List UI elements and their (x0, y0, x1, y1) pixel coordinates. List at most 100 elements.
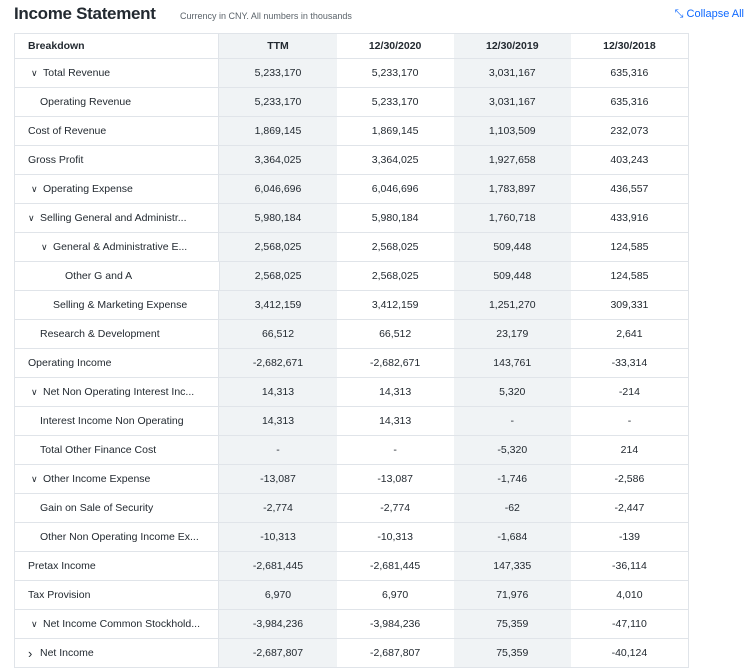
cell-value: 5,980,184 (371, 212, 419, 224)
cell-value: - (219, 436, 337, 464)
cell-value: 14,313 (379, 386, 412, 398)
row-label-text: Total Revenue (43, 67, 111, 79)
row-label: Interest Income Non Operating (15, 407, 220, 435)
chevron-down-icon[interactable]: ∨ (28, 213, 40, 224)
cell-value: -40,124 (611, 647, 648, 659)
table-header: Breakdown TTM 12/30/2020 12/30/2019 12/3… (15, 34, 688, 59)
header-breakdown: Breakdown (15, 34, 220, 58)
cell-value: 635,316 (610, 67, 649, 79)
table-row: Operating Income -2,682,671 -2,682,671 143,… (15, 349, 688, 378)
row-label: Cost of Revenue (15, 117, 220, 145)
row-label[interactable]: ∨ Other Income Expense (15, 465, 220, 493)
cell-value: -13,087 (377, 473, 413, 485)
cell-value: 143,761 (453, 349, 571, 377)
cell-value: 6,970 (381, 589, 409, 601)
cell-value: 124,585 (610, 270, 649, 282)
cell-value: 3,031,167 (453, 59, 571, 87)
table-row: ∨ Total Revenue 5,233,170 5,233,170 3,031,16… (15, 59, 688, 88)
cell-value: 3,412,159 (219, 291, 337, 319)
row-label-text: Gross Profit (28, 154, 84, 166)
collapse-all-button[interactable]: ⤡ Collapse All (675, 8, 744, 21)
cell-value: 309,331 (610, 299, 649, 311)
cell-value: 2,568,025 (371, 241, 419, 253)
row-label-text: Gain on Sale of Security (40, 502, 154, 514)
table-row: Total Other Finance Cost - - -5,320 214 (15, 436, 688, 465)
chevron-down-icon[interactable]: ∨ (41, 242, 53, 253)
cell-value: -2,774 (219, 494, 337, 522)
table-row: Other G and A 2,568,025 2,568,025 509,448 12… (15, 262, 688, 291)
cell-value: 14,313 (219, 407, 337, 435)
cell-value: 66,512 (379, 328, 412, 340)
row-label-text: Other Income Expense (43, 473, 151, 485)
cell-value: 6,970 (219, 581, 337, 609)
row-label[interactable]: ∨ Net Income Common Stockhold... (15, 610, 220, 638)
table-row: Selling & Marketing Expense 3,412,159 3,41… (15, 291, 688, 320)
cell-value: 2,568,025 (219, 262, 337, 290)
row-label: Other G and A (15, 262, 220, 290)
cell-value: 1,103,509 (453, 117, 571, 145)
cell-value: 124,585 (610, 241, 649, 253)
cell-value: 2,568,025 (219, 233, 337, 261)
row-label: Pretax Income (15, 552, 220, 580)
cell-value: 509,448 (453, 233, 571, 261)
row-label-text: Net Non Operating Interest Inc... (43, 386, 195, 398)
chevron-down-icon[interactable]: ∨ (31, 619, 43, 630)
chevron-down-icon[interactable]: ∨ (31, 184, 43, 195)
row-label-text: Operating Expense (43, 183, 133, 195)
chevron-down-icon[interactable]: ∨ (31, 474, 43, 485)
page-title: Income Statement (14, 4, 156, 23)
cell-value: 433,916 (610, 212, 649, 224)
cell-value: 3,031,167 (453, 88, 571, 116)
table-row: Gain on Sale of Security -2,774 -2,774 -62 -… (15, 494, 688, 523)
cell-value: -2,447 (614, 502, 645, 514)
row-label[interactable]: ∨ Total Revenue (15, 59, 220, 87)
table-row: Gross Profit 3,364,025 3,364,025 1,927,658 4… (15, 146, 688, 175)
row-label: Research & Development (15, 320, 220, 348)
cell-value: 14,313 (379, 415, 412, 427)
header-2019: 12/30/2019 (453, 34, 571, 58)
row-label-text: General & Administrative E... (53, 241, 188, 253)
currency-note: Currency in CNY. All numbers in thousand… (180, 11, 352, 21)
cell-value: 1,783,897 (453, 175, 571, 203)
row-label[interactable]: › Net Income (15, 639, 220, 667)
header-2020: 12/30/2020 (368, 40, 422, 52)
cell-value: 3,364,025 (219, 146, 337, 174)
cell-value: - (627, 415, 632, 427)
cell-value: 2,568,025 (371, 270, 419, 282)
table-row: Research & Development 66,512 66,512 23,179… (15, 320, 688, 349)
header-ttm: TTM (219, 34, 337, 58)
cell-value: 1,927,658 (453, 146, 571, 174)
cell-value: 4,010 (616, 589, 643, 601)
chevron-down-icon[interactable]: ∨ (31, 387, 43, 398)
table-row: Tax Provision 6,970 6,970 71,976 4,010 (15, 581, 688, 610)
cell-value: -2,586 (614, 473, 645, 485)
table-row: Interest Income Non Operating 14,313 14,31… (15, 407, 688, 436)
cell-value: 635,316 (610, 96, 649, 108)
cell-value: 1,251,270 (453, 291, 571, 319)
table-row: ∨ Net Income Common Stockhold... -3,984,23… (15, 610, 688, 639)
row-label-text: Other Non Operating Income Ex... (40, 531, 199, 543)
table-row: ∨ Selling General and Administr... 5,980,1… (15, 204, 688, 233)
cell-value: -1,746 (453, 465, 571, 493)
cell-value: - (453, 407, 571, 435)
cell-value: 5,233,170 (219, 59, 337, 87)
cell-value: 436,557 (610, 183, 649, 195)
cell-value: -2,681,445 (219, 552, 337, 580)
row-label[interactable]: ∨ Selling General and Administr... (15, 204, 220, 232)
row-label: Gross Profit (15, 146, 220, 174)
row-label: Tax Provision (15, 581, 220, 609)
cell-value: -2,681,445 (370, 560, 421, 572)
row-label: Selling & Marketing Expense (15, 291, 220, 319)
chevron-right-icon[interactable]: › (28, 646, 40, 661)
row-label[interactable]: ∨ Net Non Operating Interest Inc... (15, 378, 220, 406)
cell-value: 1,869,145 (219, 117, 337, 145)
cell-value: -47,110 (611, 618, 647, 630)
collapse-arrows-icon: ⤡ (674, 8, 684, 20)
cell-value: 23,179 (453, 320, 571, 348)
cell-value: -1,684 (453, 523, 571, 551)
cell-value: -13,087 (219, 465, 337, 493)
chevron-down-icon[interactable]: ∨ (31, 68, 43, 79)
row-label[interactable]: ∨ General & Administrative E... (15, 233, 220, 261)
row-label[interactable]: ∨ Operating Expense (15, 175, 220, 203)
row-label-text: Net Income Common Stockhold... (43, 618, 200, 630)
